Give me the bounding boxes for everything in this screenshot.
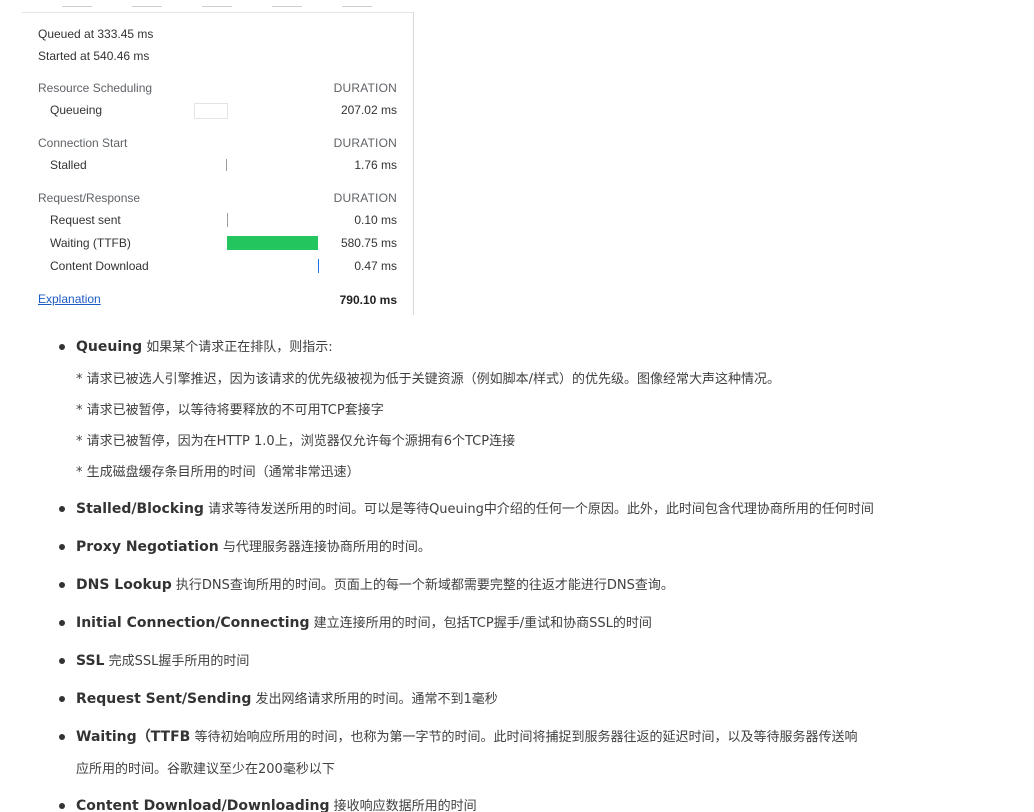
list-item-content-download: Content Download/Downloading 接收响应数据所用的时间 [56, 790, 1016, 812]
queued-at-text: Queued at 333.45 ms [38, 27, 154, 41]
bullet-icon [59, 544, 65, 550]
term: SSL [76, 653, 105, 669]
bullet-icon [59, 803, 65, 809]
term: Initial Connection/Connecting [76, 615, 310, 631]
description: 完成SSL握手所用的时间 [104, 654, 250, 669]
list-item-stalled: Stalled/Blocking 请求等待发送所用的时间。可以是等待Queuin… [56, 493, 1016, 526]
term: Queuing [76, 339, 143, 355]
duration-header: DURATION [333, 136, 397, 150]
row-label-content-download: Content Download [50, 259, 149, 273]
description: 接收响应数据所用的时间 [329, 799, 477, 812]
timing-explanations-list: Queuing 如果某个请求正在排队，则指示: * 请求已被选人引擎推迟，因为该… [56, 331, 1016, 812]
row-value-request-sent: 0.10 ms [354, 213, 397, 227]
sub-item: * 请求已被暂停，以等待将要释放的不可用TCP套接字 [76, 403, 384, 418]
term: Proxy Negotiation [76, 539, 219, 555]
bullet-icon [59, 344, 65, 350]
row-value-queueing: 207.02 ms [340, 103, 397, 117]
description-continued: 应所用的时间。谷歌建议至少在200毫秒以下 [76, 762, 335, 777]
description: 等待初始响应所用的时间，也称为第一字节的时间。此时间将捕捉到服务器往返的延迟时间… [190, 730, 858, 745]
bullet-icon [59, 582, 65, 588]
sub-item: * 请求已被暂停，因为在HTTP 1.0上，浏览器仅允许每个源拥有6个TCP连接 [76, 434, 516, 449]
term: Stalled/Blocking [76, 501, 204, 517]
bullet-icon [59, 658, 65, 664]
bullet-icon [59, 506, 65, 512]
section-title-request-response: Request/Response [38, 191, 141, 205]
row-label-request-sent: Request sent [50, 213, 121, 227]
section-title-resource-scheduling: Resource Scheduling [38, 81, 153, 95]
row-value-stalled: 1.76 ms [354, 158, 397, 172]
description: 发出网络请求所用的时间。通常不到1毫秒 [251, 692, 498, 707]
duration-header: DURATION [333, 191, 397, 205]
sub-item: * 请求已被选人引擎推迟，因为该请求的优先级被视为低于关键资源（例如脚本/样式）… [76, 372, 781, 387]
row-value-content-download: 0.47 ms [354, 259, 397, 273]
row-label-queueing: Queueing [50, 103, 103, 117]
list-item-ssl: SSL 完成SSL握手所用的时间 [56, 645, 1016, 678]
bullet-icon [59, 620, 65, 626]
queueing-bar [194, 103, 228, 119]
total-duration: 790.10 ms [339, 293, 397, 307]
list-item-dns: DNS Lookup 执行DNS查询所用的时间。页面上的每一个新域都需要完整的往… [56, 569, 1016, 602]
list-item-request-sent: Request Sent/Sending 发出网络请求所用的时间。通常不到1毫秒 [56, 683, 1016, 716]
term: Request Sent/Sending [76, 691, 252, 707]
term: Waiting（TTFB [76, 729, 191, 745]
explanation-link[interactable]: Explanation [38, 292, 101, 306]
timing-panel: Queued at 333.45 ms Started at 540.46 ms… [22, 6, 414, 315]
description: 如果某个请求正在排队，则指示: [142, 340, 333, 355]
description: 请求等待发送所用的时间。可以是等待Queuing中介绍的任何一个原因。此外，此时… [203, 502, 874, 517]
list-item-queuing: Queuing 如果某个请求正在排队，则指示: * 请求已被选人引擎推迟，因为该… [56, 331, 1016, 488]
list-item-proxy: Proxy Negotiation 与代理服务器连接协商所用的时间。 [56, 531, 1016, 564]
list-item-waiting: Waiting（TTFB 等待初始响应所用的时间，也称为第一字节的时间。此时间将… [56, 721, 1016, 785]
description: 与代理服务器连接协商所用的时间。 [218, 540, 431, 555]
stalled-bar [226, 159, 227, 171]
row-label-stalled: Stalled [50, 158, 87, 172]
page: Queued at 333.45 ms Started at 540.46 ms… [0, 0, 1034, 812]
waiting-ttfb-bar [227, 236, 318, 250]
term: DNS Lookup [76, 577, 172, 593]
started-at-text: Started at 540.46 ms [38, 49, 150, 63]
row-label-waiting-ttfb: Waiting (TTFB) [50, 236, 131, 250]
content-download-bar [318, 259, 319, 273]
description: 执行DNS查询所用的时间。页面上的每一个新域都需要完整的往返才能进行DNS查询。 [171, 578, 674, 593]
list-item-initial-connection: Initial Connection/Connecting 建立连接所用的时间，… [56, 607, 1016, 640]
bullet-icon [59, 734, 65, 740]
bullet-icon [59, 696, 65, 702]
row-value-waiting-ttfb: 580.75 ms [340, 236, 397, 250]
term: Content Download/Downloading [76, 798, 330, 812]
section-title-connection-start: Connection Start [38, 136, 128, 150]
sub-item: * 生成磁盘缓存条目所用的时间（通常非常迅速） [76, 465, 360, 480]
duration-header: DURATION [333, 81, 397, 95]
timeline-ruler-cut [22, 2, 413, 12]
description: 建立连接所用的时间，包括TCP握手/重试和协商SSL的时间 [309, 616, 652, 631]
request-sent-bar [227, 213, 228, 227]
